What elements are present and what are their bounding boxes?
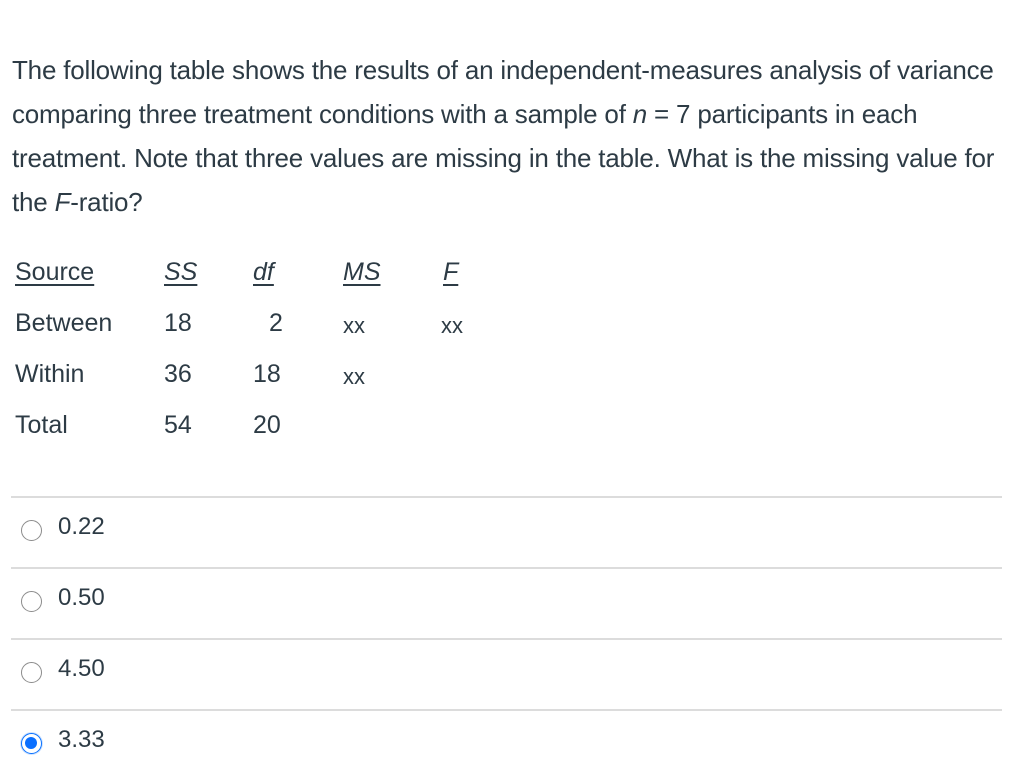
radio-button-unchecked[interactable] bbox=[21, 520, 42, 541]
radio-button-unchecked[interactable] bbox=[21, 591, 42, 612]
answer-label[interactable]: 0.50 bbox=[58, 584, 105, 612]
answer-option-selected[interactable]: 3.33 bbox=[11, 709, 1002, 780]
question-f-variable: F bbox=[54, 187, 71, 217]
header-source: Source bbox=[15, 258, 95, 286]
ms-cell: xx bbox=[343, 313, 365, 338]
radio-button-checked[interactable] bbox=[21, 733, 42, 754]
ss-cell: 54 bbox=[164, 411, 192, 439]
ss-cell: 36 bbox=[164, 360, 192, 388]
radio-button-unchecked[interactable] bbox=[21, 662, 42, 683]
df-cell: 2 bbox=[269, 309, 283, 337]
ss-cell: 18 bbox=[164, 309, 192, 337]
answer-label[interactable]: 4.50 bbox=[58, 655, 105, 683]
source-cell: Within bbox=[15, 360, 85, 388]
header-f: F bbox=[443, 258, 459, 286]
source-cell: Between bbox=[15, 309, 113, 337]
answer-option[interactable]: 0.22 bbox=[11, 496, 1002, 567]
df-cell: 20 bbox=[253, 411, 281, 439]
df-cell: 18 bbox=[253, 360, 281, 388]
ms-cell: xx bbox=[343, 364, 365, 389]
answer-label[interactable]: 3.33 bbox=[58, 726, 105, 754]
question-n-variable: n bbox=[632, 99, 648, 129]
f-cell: xx bbox=[441, 313, 463, 338]
header-ms: MS bbox=[343, 258, 381, 286]
answer-option[interactable]: 4.50 bbox=[11, 638, 1002, 709]
answer-option[interactable]: 0.50 bbox=[11, 567, 1002, 638]
question-part-3: -ratio? bbox=[70, 187, 143, 217]
source-cell: Total bbox=[15, 411, 68, 439]
answer-list: 0.22 0.50 4.50 3.33 bbox=[11, 496, 1002, 780]
question-text: The following table shows the results of… bbox=[12, 48, 1012, 224]
answer-label[interactable]: 0.22 bbox=[58, 513, 105, 541]
header-df: df bbox=[253, 258, 274, 286]
header-ss: SS bbox=[164, 258, 198, 286]
